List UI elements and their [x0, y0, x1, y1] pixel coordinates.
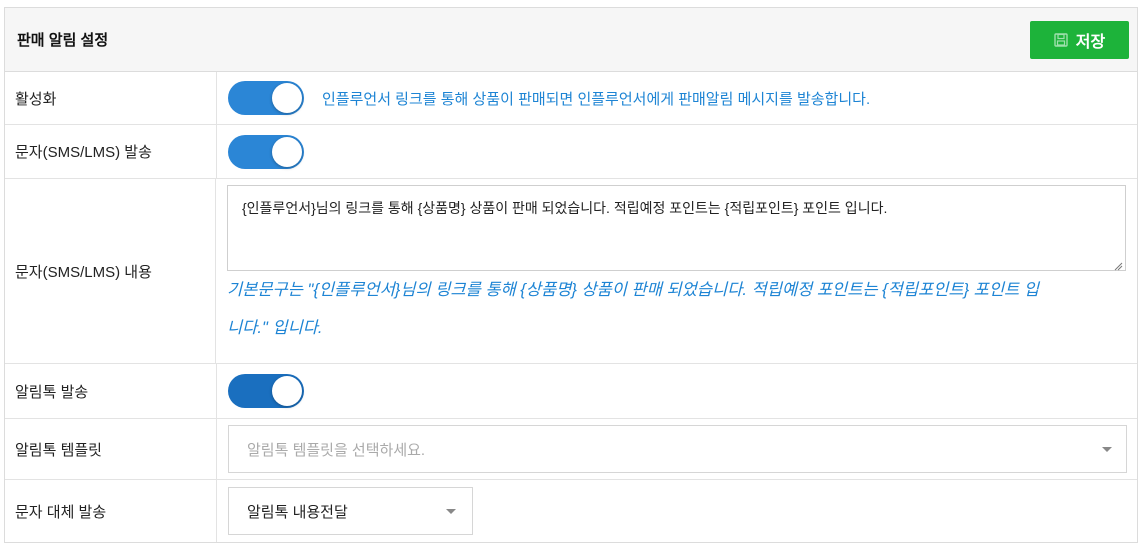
- alimtalk-template-select[interactable]: 알림톡 템플릿을 선택하세요.: [228, 425, 1127, 473]
- default-hint-line-2: 니다." 입니다.: [227, 319, 323, 337]
- floppy-disk-icon: [1054, 32, 1068, 47]
- alimtalk-send-toggle[interactable]: [228, 374, 304, 408]
- label-sms-send: 문자(SMS/LMS) 발송: [5, 125, 217, 178]
- value-fallback-send: 알림톡 내용전달: [217, 480, 1137, 542]
- label-sms-content: 문자(SMS/LMS) 내용: [5, 179, 216, 363]
- toggle-knob: [272, 376, 302, 406]
- default-hint-line-1: 기본문구는 "{인플루언서}님의 링크를 통해 {상품명} 상품이 판매 되었습…: [227, 281, 1039, 299]
- row-fallback-send: 문자 대체 발송 알림톡 내용전달: [5, 480, 1137, 542]
- fallback-send-select[interactable]: 알림톡 내용전달: [228, 487, 473, 535]
- value-alimtalk-send: [217, 364, 1137, 418]
- panel-title: 판매 알림 설정: [17, 32, 109, 49]
- row-sms-content: 문자(SMS/LMS) 내용 {인플루언서}님의 링크를 통해 {상품명} 상품…: [5, 179, 1137, 364]
- value-sms-content: {인플루언서}님의 링크를 통해 {상품명} 상품이 판매 되었습니다. 적립예…: [216, 179, 1137, 363]
- save-button-label: 저장: [1075, 33, 1106, 51]
- label-activation: 활성화: [5, 72, 217, 124]
- toggle-knob: [272, 83, 302, 113]
- activation-toggle[interactable]: [228, 81, 304, 115]
- chevron-down-icon: [446, 508, 456, 514]
- label-fallback-send: 문자 대체 발송: [5, 480, 217, 542]
- row-sms-send: 문자(SMS/LMS) 발송: [5, 125, 1137, 179]
- sales-notification-settings-panel: 판매 알림 설정 저장 활성화 인플루언서 링크를 통해 상품이 판매되면 인플…: [4, 7, 1138, 543]
- default-message-hint: 기본문구는 "{인플루언서}님의 링크를 통해 {상품명} 상품이 판매 되었습…: [227, 271, 1127, 347]
- toggle-knob: [272, 136, 302, 167]
- row-alimtalk-template: 알림톡 템플릿 알림톡 템플릿을 선택하세요.: [5, 419, 1137, 480]
- value-activation: 인플루언서 링크를 통해 상품이 판매되면 인플루언서에게 판매알림 메시지를 …: [217, 72, 1137, 124]
- sms-content-text: {인플루언서}님의 링크를 통해 {상품명} 상품이 판매 되었습니다. 적립예…: [242, 200, 888, 216]
- value-alimtalk-template: 알림톡 템플릿을 선택하세요.: [217, 419, 1137, 479]
- sms-send-toggle[interactable]: [228, 134, 304, 169]
- label-alimtalk-template: 알림톡 템플릿: [5, 419, 217, 479]
- alimtalk-template-placeholder: 알림톡 템플릿을 선택하세요.: [247, 441, 426, 459]
- activation-hint: 인플루언서 링크를 통해 상품이 판매되면 인플루언서에게 판매알림 메시지를 …: [322, 90, 871, 108]
- label-alimtalk-send: 알림톡 발송: [5, 364, 217, 418]
- chevron-down-icon: [1102, 446, 1112, 452]
- value-sms-send: [217, 125, 1137, 178]
- row-alimtalk-send: 알림톡 발송: [5, 364, 1137, 419]
- save-button[interactable]: 저장: [1030, 20, 1129, 59]
- panel-header: 판매 알림 설정 저장: [5, 8, 1137, 72]
- row-activation: 활성화 인플루언서 링크를 통해 상품이 판매되면 인플루언서에게 판매알림 메…: [5, 72, 1137, 125]
- resize-grip-icon[interactable]: [1113, 258, 1123, 271]
- fallback-send-selected: 알림톡 내용전달: [247, 503, 348, 521]
- sms-content-textarea[interactable]: {인플루언서}님의 링크를 통해 {상품명} 상품이 판매 되었습니다. 적립예…: [227, 185, 1126, 271]
